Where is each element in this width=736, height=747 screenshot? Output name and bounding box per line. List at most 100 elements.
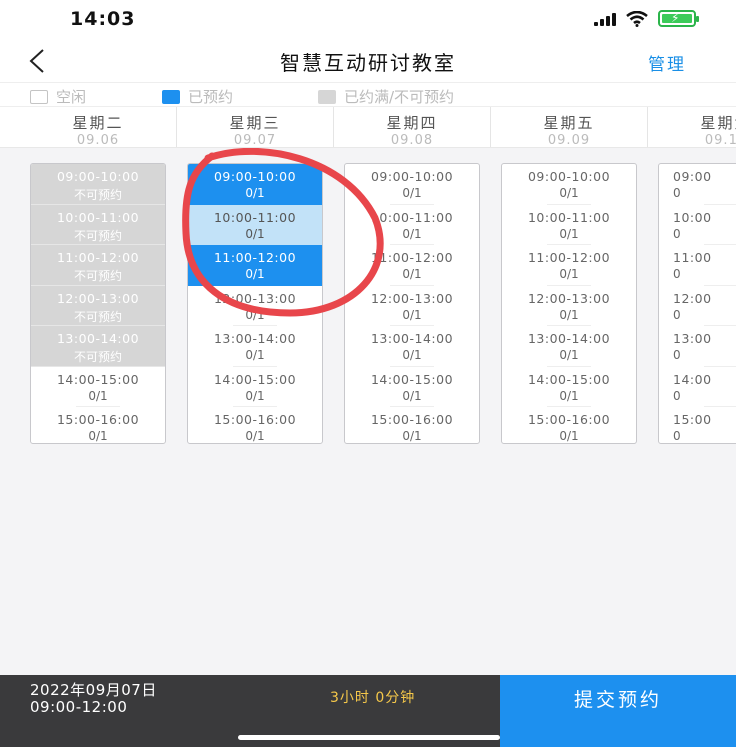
slot-status: 0/1 xyxy=(402,388,422,403)
slot-time: 14:00-15:00 xyxy=(56,371,140,387)
time-slot[interactable]: 13:00-14:00 不可预约 xyxy=(31,326,165,367)
time-slot[interactable]: 09:00-10:00 0/1 xyxy=(502,164,636,205)
time-slot[interactable]: 15:00 0 xyxy=(659,407,736,443)
legend-item-free: 空闲 xyxy=(30,86,86,107)
time-slot[interactable]: 13:00-14:00 0/1 xyxy=(502,326,636,367)
slot-status: 0/1 xyxy=(559,388,579,403)
tab-day[interactable]: 星期五 09.09 xyxy=(491,107,648,147)
slot-status: 0/1 xyxy=(245,186,265,200)
time-slot[interactable]: 12:00 0 xyxy=(659,286,736,327)
tab-day[interactable]: 星期三 09.07 xyxy=(177,107,334,147)
time-slot[interactable]: 12:00-13:00 不可预约 xyxy=(31,285,165,326)
slot-status: 0 xyxy=(673,429,681,443)
slot-status: 0/1 xyxy=(559,348,579,362)
time-slot[interactable]: 10:00-11:00 0/1 xyxy=(188,204,322,245)
slot-status: 0/1 xyxy=(559,307,579,322)
time-slot[interactable]: 11:00-12:00 0/1 xyxy=(188,245,322,286)
time-slot[interactable]: 10:00-11:00 不可预约 xyxy=(31,204,165,245)
slot-time: 10:00 xyxy=(673,209,712,225)
time-slot[interactable]: 15:00-16:00 0/1 xyxy=(502,407,636,443)
legend-label: 已预约 xyxy=(188,88,234,106)
time-slot[interactable]: 11:00-12:00 不可预约 xyxy=(31,245,165,286)
time-slot[interactable]: 11:00-12:00 0/1 xyxy=(345,245,479,286)
time-slot[interactable]: 13:00-14:00 0/1 xyxy=(188,326,322,367)
status-icons: ⚡ xyxy=(594,10,699,27)
day-name: 星期二 xyxy=(72,114,124,132)
time-slot[interactable]: 13:00-14:00 0/1 xyxy=(345,326,479,367)
slot-time: 12:00-13:00 xyxy=(370,290,454,306)
time-slot[interactable]: 14:00-15:00 0/1 xyxy=(502,367,636,408)
slot-time: 11:00 xyxy=(673,250,712,265)
slot-status: 0/1 xyxy=(402,307,422,322)
status-bar: 14:03 ⚡ xyxy=(0,0,736,40)
time-slot[interactable]: 10:00-11:00 0/1 xyxy=(502,205,636,246)
slot-status: 0/1 xyxy=(245,307,265,322)
slot-status: 0/1 xyxy=(559,267,579,281)
time-slot[interactable]: 11:00-12:00 0/1 xyxy=(502,245,636,286)
nav-bar: 智慧互动研讨教室 管理 xyxy=(0,40,736,82)
slot-time: 14:00 xyxy=(673,371,712,387)
slot-status: 0/1 xyxy=(245,267,265,281)
time-slot[interactable]: 14:00-15:00 0/1 xyxy=(31,367,165,408)
time-slot[interactable]: 14:00 0 xyxy=(659,367,736,408)
slot-time: 10:00-11:00 xyxy=(56,209,140,225)
time-slot[interactable]: 09:00-10:00 0/1 xyxy=(188,164,322,205)
time-slot[interactable]: 12:00-13:00 0/1 xyxy=(345,286,479,327)
slot-status: 0 xyxy=(673,348,681,362)
slot-time: 12:00-13:00 xyxy=(213,290,297,306)
slot-time: 09:00-10:00 xyxy=(370,169,454,184)
time-slot[interactable]: 10:00 0 xyxy=(659,205,736,246)
slot-status: 0/1 xyxy=(559,226,579,241)
time-slot[interactable]: 14:00-15:00 0/1 xyxy=(188,367,322,408)
slot-status: 0/1 xyxy=(245,348,265,362)
time-slot[interactable]: 12:00-13:00 0/1 xyxy=(502,286,636,327)
signal-icon xyxy=(594,12,616,26)
slot-time: 12:00-13:00 xyxy=(527,290,611,306)
day-name: 星期五 xyxy=(543,114,595,132)
slot-status: 0/1 xyxy=(402,226,422,241)
day-date: 09.10 xyxy=(704,133,736,148)
slot-time: 13:00 xyxy=(673,331,712,346)
slot-status: 0/1 xyxy=(88,388,108,403)
slot-status: 0/1 xyxy=(402,186,422,200)
time-slot[interactable]: 13:00 0 xyxy=(659,326,736,367)
day-column: 09:00-10:00 不可预约 10:00-11:00 不可预约 11:00-12:0… xyxy=(30,163,166,444)
time-slot[interactable]: 09:00-10:00 0/1 xyxy=(345,164,479,205)
time-slot[interactable]: 12:00-13:00 0/1 xyxy=(188,286,322,327)
booking-date-text: 2022年09月07日 xyxy=(30,681,157,699)
time-slot[interactable]: 15:00-16:00 0/1 xyxy=(345,407,479,443)
booking-time-range: 09:00-12:00 xyxy=(30,698,128,716)
slot-time: 11:00-12:00 xyxy=(56,250,140,265)
day-selector: 星期二 09.06 星期三 09.07 星期四 09.08 星期五 09.09 … xyxy=(0,106,736,148)
tab-day[interactable]: 星期六 09.10 xyxy=(648,107,736,148)
day-column: 09:00-10:00 0/1 10:00-11:00 0/1 11:00-12:00 0… xyxy=(501,163,637,444)
day-date: 09.06 xyxy=(76,133,120,148)
slot-status: 0/1 xyxy=(402,348,422,362)
slot-status: 0/1 xyxy=(245,429,265,443)
page-title: 智慧互动研讨教室 xyxy=(280,51,456,75)
time-slot[interactable]: 15:00-16:00 0/1 xyxy=(188,407,322,443)
time-slot[interactable]: 09:00 0 xyxy=(659,164,736,205)
slot-status: 0/1 xyxy=(402,267,422,281)
manage-button[interactable]: 管理 xyxy=(648,50,686,75)
time-slot[interactable]: 09:00-10:00 不可预约 xyxy=(31,164,165,205)
slot-time: 14:00-15:00 xyxy=(213,371,297,387)
time-slot[interactable]: 10:00-11:00 0/1 xyxy=(345,205,479,246)
time-slot[interactable]: 15:00-16:00 0/1 xyxy=(31,407,165,443)
time-slot[interactable]: 14:00-15:00 0/1 xyxy=(345,367,479,408)
slot-status: 不可预约 xyxy=(73,269,122,283)
time-slot[interactable]: 11:00 0 xyxy=(659,245,736,286)
battery-icon: ⚡ xyxy=(658,10,699,27)
submit-booking-button[interactable]: 提交预约 xyxy=(500,675,736,747)
slot-time: 15:00 xyxy=(673,412,712,427)
tab-day[interactable]: 星期四 09.08 xyxy=(334,107,491,147)
legend-swatch-booked xyxy=(162,89,180,104)
slot-time: 10:00-11:00 xyxy=(370,209,454,225)
slot-status: 0 xyxy=(673,226,681,241)
slot-status: 0/1 xyxy=(402,429,422,443)
tab-day[interactable]: 星期二 09.06 xyxy=(20,107,177,148)
status-time: 14:03 xyxy=(70,8,136,30)
slot-status: 0/1 xyxy=(88,429,108,443)
slot-status: 0 xyxy=(673,267,681,281)
legend-swatch-full xyxy=(318,89,336,104)
